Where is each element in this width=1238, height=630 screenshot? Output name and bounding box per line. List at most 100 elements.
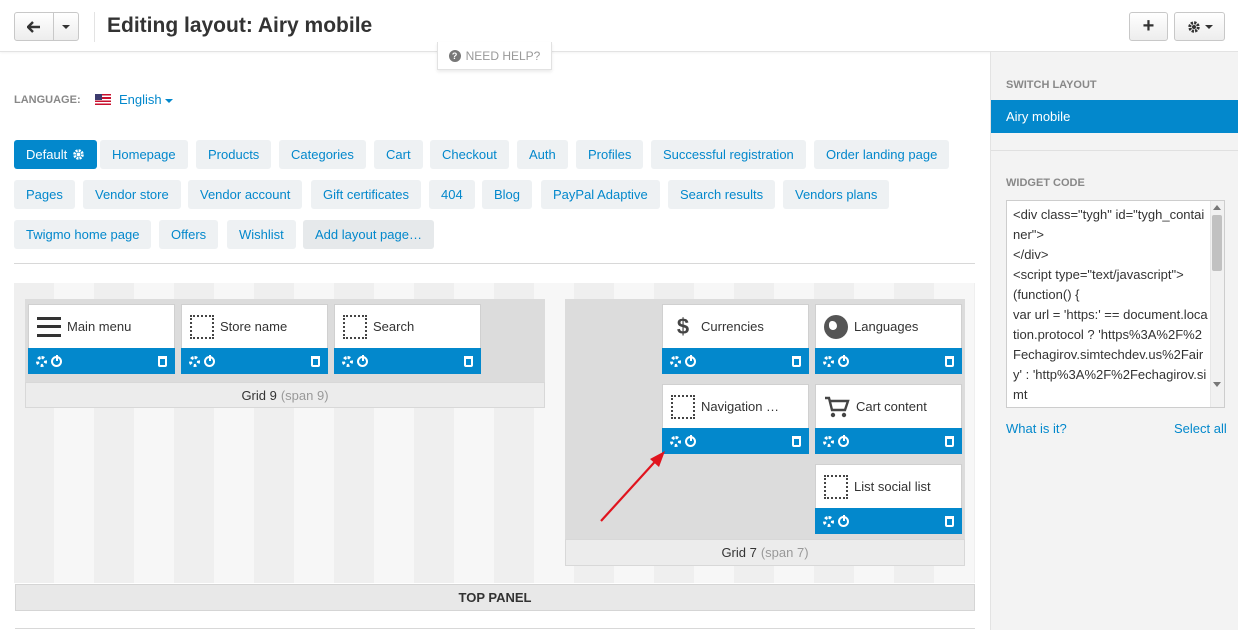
power-icon[interactable] (51, 354, 62, 367)
tab-blog[interactable]: Blog (482, 180, 533, 209)
trash-icon[interactable] (158, 355, 167, 367)
tab-vendor-account[interactable]: Vendor account (188, 180, 303, 209)
language-selector[interactable]: English (119, 92, 173, 107)
top-panel[interactable]: TOP PANEL (15, 584, 975, 611)
gear-icon[interactable] (72, 148, 85, 161)
tab-homepage[interactable]: Homepage (100, 140, 188, 169)
tab-gift-certificates[interactable]: Gift certificates (311, 180, 421, 209)
trash-icon[interactable] (311, 355, 320, 367)
block-languages[interactable]: Languages (815, 304, 962, 374)
trash-icon[interactable] (945, 355, 954, 367)
gear-icon[interactable] (670, 355, 681, 367)
trash-icon[interactable] (945, 515, 954, 527)
tab-successful-registration[interactable]: Successful registration (651, 140, 806, 169)
gear-icon[interactable] (823, 355, 834, 367)
tab-label: Cart (386, 147, 411, 162)
power-icon[interactable] (685, 354, 696, 367)
tab-vendors-plans[interactable]: Vendors plans (783, 180, 890, 209)
scrollbar-thumb[interactable] (1212, 215, 1222, 271)
menu-icon (37, 316, 61, 337)
trash-icon[interactable] (792, 435, 801, 447)
select-all-link[interactable]: Select all (1174, 421, 1227, 436)
tab-twigmo-home-page[interactable]: Twigmo home page (14, 220, 152, 249)
gear-icon[interactable] (823, 435, 834, 447)
tab-label: Twigmo home page (26, 227, 140, 242)
tab-paypal-adaptive[interactable]: PayPal Adaptive (541, 180, 660, 209)
caret-down-icon (1204, 24, 1213, 29)
globe-icon (824, 314, 848, 339)
trash-icon[interactable] (464, 355, 473, 367)
gear-icon[interactable] (342, 355, 353, 367)
what-is-it-link[interactable]: What is it? (1006, 421, 1067, 436)
scroll-up-icon[interactable] (1213, 205, 1221, 210)
tab-label: Add layout page… (315, 227, 422, 242)
tab-order-landing-page[interactable]: Order landing page (814, 140, 950, 169)
scrollbar[interactable] (1210, 201, 1224, 407)
gear-icon[interactable] (189, 355, 200, 367)
widget-code-label: WIDGET CODE (1006, 177, 1085, 189)
trash-icon[interactable] (792, 355, 801, 367)
block-list-social-list[interactable]: List social list (815, 464, 962, 534)
block-main-menu[interactable]: Main menu (28, 304, 175, 374)
scroll-down-icon[interactable] (1213, 382, 1221, 387)
dotted-box-icon (824, 474, 848, 499)
block-cart-content[interactable]: Cart content (815, 384, 962, 454)
tab-cart[interactable]: Cart (374, 140, 423, 169)
back-button[interactable] (14, 12, 54, 41)
tab-vendor-store[interactable]: Vendor store (83, 180, 181, 209)
tab-label: Homepage (112, 147, 176, 162)
tab-label: Wishlist (239, 227, 284, 242)
tab-pages[interactable]: Pages (14, 180, 75, 209)
block-search[interactable]: Search (334, 304, 481, 374)
grid-name: Grid 7 (721, 545, 757, 560)
tab-404[interactable]: 404 (429, 180, 475, 209)
tab-offers[interactable]: Offers (159, 220, 219, 249)
divider (15, 628, 975, 629)
block-store-name[interactable]: Store name (181, 304, 328, 374)
tab-label: Profiles (588, 147, 632, 162)
block-label: Languages (854, 319, 919, 334)
tab-add-layout-page[interactable]: Add layout page… (303, 220, 434, 249)
tab-wishlist[interactable]: Wishlist (227, 220, 296, 249)
tab-label: Auth (529, 147, 556, 162)
divider (14, 263, 975, 264)
caret-down-icon (164, 98, 173, 103)
cart-icon (825, 396, 850, 417)
layout-item-airy-mobile[interactable]: Airy mobile (991, 100, 1238, 133)
tab-profiles[interactable]: Profiles (576, 140, 644, 169)
trash-icon[interactable] (945, 435, 954, 447)
header-divider (94, 12, 95, 42)
gear-icon[interactable] (670, 435, 681, 447)
language-label: LANGUAGE: (14, 94, 81, 106)
tab-default[interactable]: Default (14, 140, 98, 169)
power-icon[interactable] (838, 434, 849, 447)
grid-name: Grid 9 (241, 387, 277, 403)
tab-auth[interactable]: Auth (517, 140, 568, 169)
need-help-button[interactable]: ? NEED HELP? (437, 42, 552, 70)
gear-icon (1187, 20, 1200, 33)
back-dropdown-button[interactable] (53, 12, 79, 41)
gear-icon[interactable] (36, 355, 47, 367)
block-label: Store name (220, 319, 288, 334)
power-icon[interactable] (685, 434, 696, 447)
widget-code-textarea[interactable]: <div class="tygh" id="tygh_container"> <… (1006, 200, 1225, 408)
tab-checkout[interactable]: Checkout (430, 140, 509, 169)
tab-label: Categories (291, 147, 354, 162)
tab-label: Gift certificates (323, 187, 409, 202)
settings-button[interactable] (1174, 12, 1225, 41)
tab-products[interactable]: Products (196, 140, 272, 169)
tab-search-results[interactable]: Search results (668, 180, 776, 209)
page-header: Editing layout: Airy mobile + (0, 0, 1238, 52)
power-icon[interactable] (838, 514, 849, 527)
block-label: Main menu (67, 319, 132, 334)
add-button[interactable]: + (1129, 12, 1168, 41)
power-icon[interactable] (357, 354, 368, 367)
power-icon[interactable] (838, 354, 849, 367)
tab-label: Pages (26, 187, 63, 202)
block-currencies[interactable]: $ Currencies (662, 304, 809, 374)
annotation-arrow (600, 451, 665, 522)
tab-categories[interactable]: Categories (279, 140, 366, 169)
power-icon[interactable] (204, 354, 215, 367)
block-navigation[interactable]: Navigation … (662, 384, 809, 454)
gear-icon[interactable] (823, 515, 834, 527)
